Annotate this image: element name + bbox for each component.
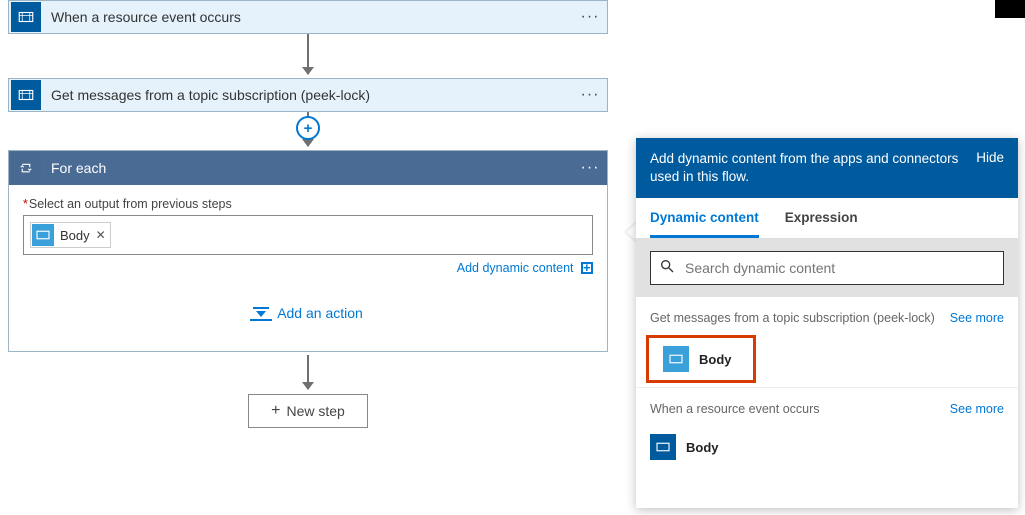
add-action-icon bbox=[253, 307, 269, 319]
insert-step-button[interactable]: + bbox=[296, 116, 320, 140]
step-menu[interactable]: ··· bbox=[573, 8, 607, 26]
output-token-input[interactable]: Body ✕ bbox=[23, 215, 593, 255]
foreach-card: For each ··· *Select an output from prev… bbox=[8, 150, 608, 352]
section-title: Get messages from a topic subscription (… bbox=[650, 311, 935, 325]
see-more-link[interactable]: See more bbox=[950, 311, 1004, 325]
connector-arrow bbox=[307, 34, 309, 74]
add-action-link[interactable]: Add an action bbox=[253, 305, 363, 321]
step-menu[interactable]: ··· bbox=[573, 86, 607, 104]
connector-arrow bbox=[307, 355, 309, 389]
step-title: When a resource event occurs bbox=[43, 9, 573, 25]
token-remove[interactable]: ✕ bbox=[96, 228, 106, 242]
see-more-link[interactable]: See more bbox=[950, 402, 1004, 416]
dynamic-content-box-icon bbox=[581, 262, 593, 274]
tab-expression[interactable]: Expression bbox=[785, 198, 858, 238]
new-step-button[interactable]: + New step bbox=[248, 394, 368, 428]
foreach-title: For each bbox=[43, 160, 573, 176]
servicebus-icon bbox=[11, 80, 41, 110]
servicebus-icon bbox=[11, 2, 41, 32]
servicebus-icon bbox=[650, 434, 676, 460]
panel-lead: Add dynamic content from the apps and co… bbox=[650, 150, 976, 186]
search-input[interactable] bbox=[685, 260, 995, 276]
plus-icon: + bbox=[271, 403, 280, 419]
section-title: When a resource event occurs bbox=[650, 402, 820, 416]
foreach-menu[interactable]: ··· bbox=[573, 159, 607, 177]
step-title: Get messages from a topic subscription (… bbox=[43, 87, 573, 103]
foreach-header[interactable]: For each ··· bbox=[9, 151, 607, 185]
foreach-icon bbox=[11, 153, 41, 183]
search-box[interactable] bbox=[650, 251, 1004, 285]
servicebus-icon bbox=[32, 224, 54, 246]
step-resource-event[interactable]: When a resource event occurs ··· bbox=[8, 0, 608, 34]
cropped-edge bbox=[995, 0, 1025, 18]
dynamic-item-body-2[interactable]: Body bbox=[636, 426, 1018, 468]
field-label: *Select an output from previous steps bbox=[23, 197, 593, 211]
tab-dynamic-content[interactable]: Dynamic content bbox=[650, 198, 759, 238]
panel-hide-link[interactable]: Hide bbox=[976, 150, 1004, 165]
dynamic-content-panel: Add dynamic content from the apps and co… bbox=[636, 138, 1018, 508]
step-get-messages[interactable]: Get messages from a topic subscription (… bbox=[8, 78, 608, 112]
token-body[interactable]: Body ✕ bbox=[30, 222, 111, 248]
search-icon bbox=[659, 258, 677, 278]
servicebus-icon bbox=[663, 346, 689, 372]
add-dynamic-content-link[interactable]: Add dynamic content bbox=[457, 261, 593, 275]
dynamic-item-body[interactable]: Body bbox=[646, 335, 756, 383]
